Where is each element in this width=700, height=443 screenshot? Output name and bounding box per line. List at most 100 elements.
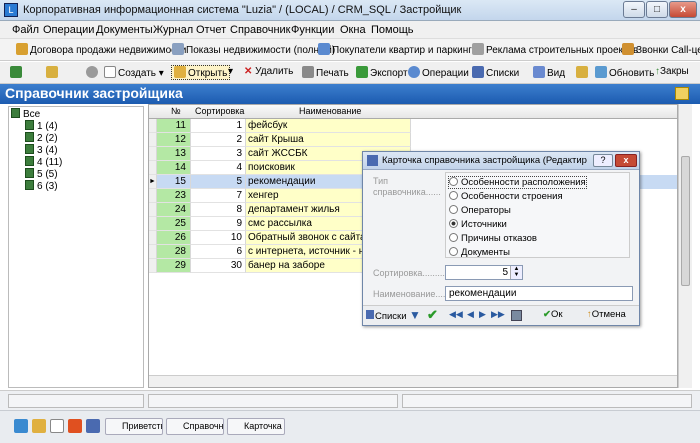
phone-icon (622, 43, 634, 55)
office-icon[interactable] (68, 419, 82, 433)
first-record-icon[interactable]: ◀◀ (449, 309, 463, 320)
table-row[interactable]: 11 1 фейсбук (149, 119, 677, 133)
next-record-icon[interactable]: ▶ (479, 309, 486, 320)
row-indicator (149, 245, 157, 259)
gear-icon[interactable] (86, 66, 100, 79)
check-icon[interactable]: ✔ (427, 307, 438, 323)
export-button[interactable]: Экспорт (356, 66, 408, 79)
radio-sources[interactable]: Источники (449, 219, 507, 230)
tree-item[interactable]: 2 (2) (25, 132, 58, 144)
radio-icon (449, 191, 458, 200)
cell-sort: 7 (191, 189, 246, 203)
tree-item[interactable]: 6 (3) (25, 180, 58, 192)
radio-documents[interactable]: Документы (449, 247, 510, 258)
table-row[interactable]: 12 2 сайт Крыша (149, 133, 677, 147)
menu-windows[interactable]: Окна (340, 24, 366, 36)
delete-button[interactable]: ✕ Удалить (244, 66, 293, 77)
column-header-name[interactable]: Наименование (299, 106, 361, 116)
menu-operations[interactable]: Операции (43, 24, 94, 36)
radio-location[interactable]: Особенности расположения (448, 176, 587, 189)
dialog-help-button[interactable]: ? (593, 154, 613, 167)
create-button[interactable]: Создать ▾ (104, 66, 164, 79)
cell-sort: 8 (191, 203, 246, 217)
cell-sort: 3 (191, 147, 246, 161)
menu-documents[interactable]: Документы (96, 24, 153, 36)
close-button[interactable]: ↑Закры (655, 66, 689, 77)
type-label: Тип справочника......... (373, 176, 441, 197)
task-reference[interactable]: Справочник.. (166, 418, 224, 435)
menu-help[interactable]: Помощь (371, 24, 414, 36)
menu-journal[interactable]: Журнал (153, 24, 193, 36)
prev-record-icon[interactable]: ◀ (467, 309, 474, 320)
horizontal-scrollbar[interactable] (149, 375, 677, 387)
column-header-num[interactable]: № (171, 106, 181, 116)
fav-buyers[interactable]: Покупатели квартир и паркингов (318, 43, 483, 56)
menu-report[interactable]: Отчет (196, 24, 226, 36)
folder-icon[interactable] (46, 66, 60, 79)
maximize-button[interactable]: □ (646, 1, 668, 18)
cell-sort: 4 (191, 161, 246, 175)
view-button[interactable]: Вид (533, 66, 565, 79)
ad-icon (472, 43, 484, 55)
note-icon[interactable] (576, 66, 590, 79)
fav-showings[interactable]: Показы недвижимости (полный) (172, 43, 335, 56)
fav-contracts[interactable]: Договора продажи недвижимости (16, 43, 186, 56)
open-dropdown-icon[interactable]: ▾ (228, 66, 233, 77)
radio-icon (449, 205, 458, 214)
filter-icon[interactable]: ▼ (409, 308, 421, 322)
last-record-icon[interactable]: ▶▶ (491, 309, 505, 320)
cell-num: 12 (157, 133, 191, 147)
cancel-button[interactable]: ↑Отмена (587, 309, 626, 320)
open-button[interactable]: Открыть (171, 65, 231, 80)
task-card[interactable]: Карточка с.. (227, 418, 285, 435)
task-welcome[interactable]: Приветстви.. (105, 418, 163, 435)
menu-reference[interactable]: Справочник (230, 24, 291, 36)
menu-functions[interactable]: Функции (291, 24, 334, 36)
tree-root[interactable]: Все (11, 108, 40, 120)
vertical-scrollbar[interactable] (678, 104, 692, 388)
cell-num: 24 (157, 203, 191, 217)
stepper-arrows-icon[interactable]: ▲ ▼ (510, 266, 522, 279)
menu-file[interactable]: Файл (12, 24, 39, 36)
status-panel (8, 394, 144, 408)
fav-advertising[interactable]: Реклама строительных проектов (472, 43, 638, 56)
tree-item[interactable]: 1 (4) (25, 120, 58, 132)
tree-item[interactable]: 3 (4) (25, 144, 58, 156)
tree-item[interactable]: 4 (11) (25, 156, 62, 168)
ok-button[interactable]: ✔Ок (543, 309, 563, 320)
tree-item[interactable]: 5 (5) (25, 168, 58, 180)
app-launch-icon[interactable] (14, 419, 28, 433)
cell-num: 26 (157, 231, 191, 245)
radio-structure[interactable]: Особенности строения (449, 191, 563, 202)
window-icon[interactable] (50, 419, 64, 433)
column-header-sort[interactable]: Сортировка (195, 106, 244, 116)
window-close-button[interactable]: x (669, 1, 697, 18)
dialog-title: Карточка справочника застройщика (Редакт… (382, 155, 587, 166)
radio-icon (449, 177, 458, 186)
page-title: Справочник застройщика (0, 84, 700, 104)
exit-icon[interactable] (10, 66, 24, 79)
edit-icon[interactable] (675, 87, 689, 100)
fav-calls[interactable]: Звонки Call-цен (622, 43, 700, 56)
folder-icon[interactable] (32, 419, 46, 433)
sort-stepper[interactable]: 5 ▲ ▼ (445, 265, 523, 280)
status-panel (148, 394, 398, 408)
lists-button[interactable]: Списки (472, 66, 519, 79)
dialog-lists-button[interactable]: Списки (366, 310, 407, 322)
status-bar (0, 390, 700, 410)
lists-icon[interactable] (86, 419, 100, 433)
minimize-button[interactable]: – (623, 1, 645, 18)
scroll-thumb[interactable] (681, 156, 690, 286)
radio-refusal-reasons[interactable]: Причины отказов (449, 233, 537, 244)
title-bar: L Корпоративная информационная система "… (0, 0, 700, 21)
name-field[interactable]: рекомендации (445, 286, 633, 301)
dialog-close-button[interactable]: x (615, 154, 637, 167)
operations-button[interactable]: Операции (408, 66, 469, 79)
radio-operators[interactable]: Операторы (449, 205, 511, 216)
print-button[interactable]: Печать (302, 66, 349, 79)
calculator-icon[interactable] (511, 310, 522, 321)
delete-icon: ✕ (244, 66, 253, 77)
cell-sort: 10 (191, 231, 246, 245)
search-icon (172, 43, 184, 55)
refresh-button[interactable]: Обновить (595, 66, 654, 79)
